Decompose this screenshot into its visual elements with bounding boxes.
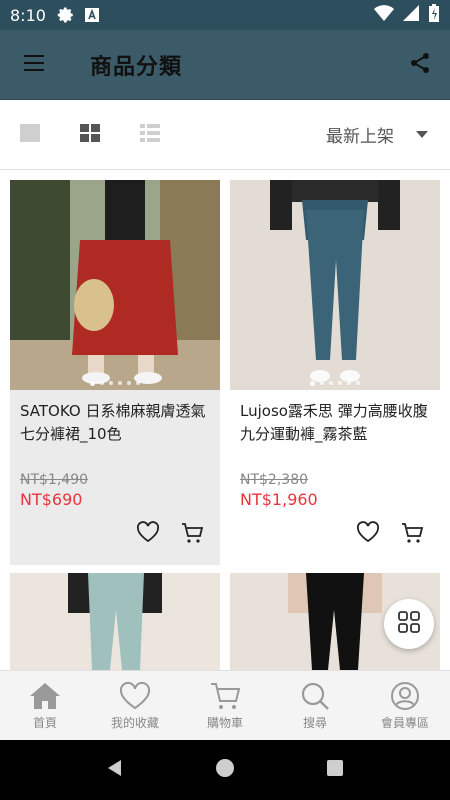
nav-member-label: 會員專區 xyxy=(380,715,429,730)
add-to-cart-icon[interactable] xyxy=(400,521,426,547)
status-bar: 8:10 xyxy=(0,0,450,30)
system-navigation-bar xyxy=(0,740,450,800)
battery-icon xyxy=(428,3,440,27)
dropdown-arrow-icon xyxy=(416,131,428,138)
single-view-button[interactable] xyxy=(0,100,60,170)
home-circle-icon[interactable] xyxy=(215,758,235,782)
wifi-icon xyxy=(374,4,394,26)
share-icon xyxy=(409,52,431,78)
product-card[interactable]: SATOKO 日系棉麻親膚透氣七分褲裙_10色 NT$1,490 NT$690 xyxy=(10,180,220,565)
nav-search-label: 搜尋 xyxy=(302,715,327,730)
product-image[interactable] xyxy=(10,573,220,670)
heart-icon xyxy=(119,681,151,709)
page-title: 商品分類 xyxy=(90,54,183,80)
signal-icon xyxy=(402,4,420,26)
sale-price: NT$690 xyxy=(20,490,83,509)
sort-label: 最新上架 xyxy=(326,127,394,147)
status-time: 8:10 xyxy=(10,5,46,25)
cart-icon xyxy=(211,682,241,709)
product-name: Lujoso露禾思 彈力高腰收腹九分運動褲_霧茶藍 xyxy=(240,402,428,443)
app-bar: 商品分類 xyxy=(0,30,450,100)
nav-member[interactable]: 會員專區 xyxy=(360,671,450,740)
product-name: SATOKO 日系棉麻親膚透氣七分褲裙_10色 xyxy=(20,402,206,443)
home-icon xyxy=(30,682,60,709)
product-image[interactable] xyxy=(230,180,440,390)
original-price: NT$2,380 xyxy=(240,472,309,488)
nav-cart[interactable]: 購物車 xyxy=(180,671,270,740)
product-card[interactable]: Lujoso露禾思 彈力高腰收腹九分運動褲_霧茶藍 NT$2,380 NT$1,… xyxy=(230,180,440,565)
nav-home-label: 首頁 xyxy=(32,715,57,730)
list-view-button[interactable] xyxy=(120,100,180,170)
favorite-heart-icon[interactable] xyxy=(356,521,382,547)
nav-home[interactable]: 首頁 xyxy=(0,671,90,740)
sort-dropdown[interactable]: 最新上架 xyxy=(326,122,428,147)
user-icon xyxy=(391,681,419,710)
product-card[interactable] xyxy=(10,573,220,670)
sale-price: NT$1,960 xyxy=(240,490,318,509)
nav-cart-label: 購物車 xyxy=(206,715,243,730)
hamburger-menu-icon xyxy=(24,54,46,76)
original-price: NT$1,490 xyxy=(20,472,89,488)
share-button[interactable] xyxy=(390,30,450,100)
menu-button[interactable] xyxy=(0,30,70,100)
settings-gear-icon xyxy=(56,5,76,25)
image-carousel-dots xyxy=(230,381,440,386)
grid-view-button[interactable] xyxy=(60,100,120,170)
nav-favorites[interactable]: 我的收藏 xyxy=(90,671,180,740)
single-view-icon xyxy=(19,123,41,147)
back-icon[interactable] xyxy=(105,758,125,782)
image-carousel-dots xyxy=(10,381,220,386)
grid-view-icon xyxy=(79,123,101,147)
view-toolbar: 最新上架 xyxy=(0,100,450,170)
bottom-navigation: 首頁 我的收藏 購物車 搜尋 會員專區 xyxy=(0,670,450,740)
category-grid-icon xyxy=(398,611,420,637)
list-view-icon xyxy=(139,123,161,147)
category-grid-fab[interactable] xyxy=(384,599,434,649)
product-image[interactable] xyxy=(10,180,220,390)
add-to-cart-icon[interactable] xyxy=(180,521,206,547)
recents-square-icon[interactable] xyxy=(325,758,345,782)
font-a-icon xyxy=(82,5,102,25)
nav-search[interactable]: 搜尋 xyxy=(270,671,360,740)
nav-favorites-label: 我的收藏 xyxy=(110,715,159,730)
favorite-heart-icon[interactable] xyxy=(136,521,162,547)
search-icon xyxy=(301,682,329,710)
